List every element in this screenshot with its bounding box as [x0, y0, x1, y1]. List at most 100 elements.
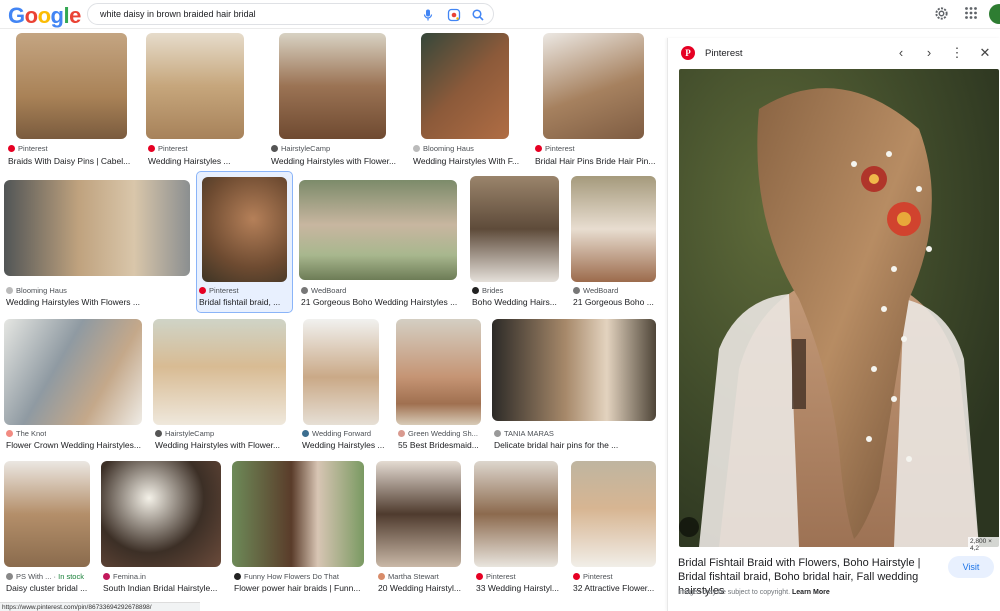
result-image[interactable]: [16, 33, 127, 139]
result-tile[interactable]: Green Wedding Sh... 55 Best Bridesmaid..…: [396, 319, 486, 451]
next-icon[interactable]: ›: [921, 45, 937, 61]
result-source: Pinterest: [18, 144, 48, 153]
result-image[interactable]: [571, 461, 656, 567]
result-title[interactable]: 21 Gorgeous Boho Wedding Hairstyles ...: [301, 297, 459, 307]
result-image[interactable]: [571, 176, 656, 282]
preview-site-name[interactable]: Pinterest: [705, 48, 743, 59]
result-tile[interactable]: Funny How Flowers Do That Flower power h…: [232, 461, 365, 593]
google-logo[interactable]: Google: [8, 3, 81, 29]
hairstylecamp-icon: [271, 145, 278, 152]
result-title[interactable]: Flower Crown Wedding Hairstyles...: [6, 440, 144, 450]
search-input[interactable]: white daisy in brown braided hair bridal: [100, 9, 256, 19]
previous-icon[interactable]: ‹: [893, 45, 909, 61]
result-title[interactable]: Delicate bridal hair pins for the ...: [494, 440, 657, 450]
result-image[interactable]: [303, 319, 379, 425]
result-tile[interactable]: TANIA MARAS Delicate bridal hair pins fo…: [492, 319, 657, 451]
result-tile[interactable]: WedBoard 21 Gorgeous Boho Wedding Hairst…: [299, 180, 459, 310]
result-tile[interactable]: HairstyleCamp Wedding Hairstyles with Fl…: [153, 319, 288, 451]
result-image[interactable]: [4, 180, 190, 276]
result-image[interactable]: [202, 177, 287, 282]
apps-grid-icon[interactable]: [964, 6, 978, 20]
result-title[interactable]: Wedding Hairstyles ...: [148, 156, 256, 166]
result-image[interactable]: [232, 461, 364, 567]
pinterest-icon: P: [681, 46, 695, 60]
settings-icon[interactable]: [934, 6, 949, 21]
brides-icon: [472, 287, 479, 294]
result-image[interactable]: [4, 461, 90, 567]
result-title[interactable]: Wedding Hairstyles ...: [302, 440, 390, 450]
result-title[interactable]: Wedding Hairstyles With Flowers ...: [6, 297, 190, 307]
result-title[interactable]: Boho Wedding Hairs...: [472, 297, 560, 307]
wedboard-icon: [301, 287, 308, 294]
result-image[interactable]: [4, 319, 142, 425]
result-image[interactable]: [299, 180, 457, 280]
result-tile[interactable]: Femina.in South Indian Bridal Hairstyle.…: [101, 461, 223, 593]
result-title[interactable]: 33 Wedding Hairstyl...: [476, 583, 564, 593]
result-source: HairstyleCamp: [165, 429, 215, 438]
result-title[interactable]: 21 Gorgeous Boho ...: [573, 297, 657, 307]
result-title[interactable]: 20 Wedding Hairstyl...: [378, 583, 466, 593]
image-dimensions: 2,800 × 4,2: [968, 537, 1000, 553]
result-image[interactable]: [376, 461, 461, 567]
result-title[interactable]: Flower power hair braids | Funn...: [234, 583, 365, 593]
result-source: Femina.in: [113, 572, 146, 581]
result-tile[interactable]: HairstyleCamp Wedding Hairstyles with Fl…: [269, 33, 397, 168]
preview-image[interactable]: [679, 69, 999, 547]
result-title[interactable]: Wedding Hairstyles with Flower...: [271, 156, 397, 166]
result-title[interactable]: South Indian Bridal Hairstyle...: [103, 583, 223, 593]
result-image[interactable]: [543, 33, 644, 139]
result-tile[interactable]: Wedding Forward Wedding Hairstyles ...: [300, 319, 390, 451]
result-source: Pinterest: [583, 572, 613, 581]
pswith-icon: [6, 573, 13, 580]
result-title[interactable]: Bridal fishtail braid, ...: [199, 297, 287, 307]
learn-more-link[interactable]: Learn More: [792, 589, 830, 596]
result-image[interactable]: [492, 319, 656, 421]
result-title[interactable]: 32 Attractive Flower...: [573, 583, 657, 593]
result-tile[interactable]: Pinterest Bridal Hair Pins Bride Hair Pi…: [533, 33, 657, 168]
result-title[interactable]: Daisy cluster bridal ...: [6, 583, 92, 593]
result-tile[interactable]: Pinterest 33 Wedding Hairstyl...: [474, 461, 564, 593]
result-image[interactable]: [396, 319, 481, 425]
result-source: Pinterest: [209, 286, 239, 295]
result-tile[interactable]: Pinterest Braids With Daisy Pins | Cabel…: [6, 33, 133, 168]
result-title[interactable]: Wedding Hairstyles With F...: [413, 156, 521, 166]
result-image[interactable]: [153, 319, 286, 425]
result-tile[interactable]: Blooming Haus Wedding Hairstyles With Fl…: [4, 180, 190, 310]
pinterest-icon: [476, 573, 483, 580]
result-tile[interactable]: Pinterest Wedding Hairstyles ...: [146, 33, 256, 168]
result-tile-selected[interactable]: Pinterest Bridal fishtail braid, ...: [196, 171, 293, 313]
result-title[interactable]: Braids With Daisy Pins | Cabel...: [8, 156, 133, 166]
result-tile[interactable]: Blooming Haus Wedding Hairstyles With F.…: [411, 33, 521, 168]
visit-button[interactable]: Visit: [948, 556, 994, 578]
search-icon[interactable]: [471, 8, 485, 22]
result-image[interactable]: [474, 461, 558, 567]
result-image[interactable]: [146, 33, 244, 139]
result-source: Blooming Haus: [16, 286, 67, 295]
result-image[interactable]: [421, 33, 509, 139]
result-tile[interactable]: Martha Stewart 20 Wedding Hairstyl...: [376, 461, 466, 593]
result-source: Martha Stewart: [388, 572, 439, 581]
result-title[interactable]: Wedding Hairstyles with Flower...: [155, 440, 288, 450]
pinterest-icon: [573, 573, 580, 580]
result-title[interactable]: 55 Best Bridesmaid...: [398, 440, 486, 450]
result-tile[interactable]: Pinterest 32 Attractive Flower...: [571, 461, 657, 593]
result-image[interactable]: [279, 33, 386, 139]
result-tile[interactable]: The Knot Flower Crown Wedding Hairstyles…: [4, 319, 144, 451]
result-tile[interactable]: Brides Boho Wedding Hairs...: [470, 176, 560, 310]
image-results-grid: Pinterest Braids With Daisy Pins | Cabel…: [0, 30, 662, 611]
more-options-icon[interactable]: ⋮: [949, 45, 965, 61]
result-title[interactable]: Bridal Hair Pins Bride Hair Pin...: [535, 156, 657, 166]
close-icon[interactable]: ✕: [977, 45, 993, 61]
lens-icon[interactable]: [447, 8, 461, 22]
greenweddingshoes-icon: [398, 430, 405, 437]
search-box[interactable]: white daisy in brown braided hair bridal: [87, 3, 494, 25]
result-source: Pinterest: [486, 572, 516, 581]
account-avatar[interactable]: [989, 4, 1000, 24]
result-image[interactable]: [101, 461, 221, 567]
result-image[interactable]: [470, 176, 559, 282]
result-tile[interactable]: PS With ... · In stock Daisy cluster bri…: [4, 461, 92, 593]
mic-icon[interactable]: [421, 8, 435, 22]
pinterest-icon: [535, 145, 542, 152]
result-tile[interactable]: WedBoard 21 Gorgeous Boho ...: [571, 176, 657, 310]
visual-search-icon[interactable]: [679, 517, 699, 537]
